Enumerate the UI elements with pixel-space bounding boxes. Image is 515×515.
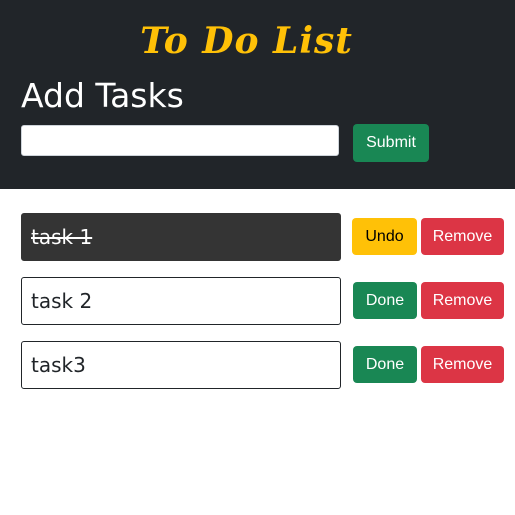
add-tasks-heading: Add Tasks (21, 76, 184, 115)
new-task-input[interactable] (21, 125, 339, 156)
remove-button[interactable]: Remove (421, 346, 504, 383)
task-row: task 2 Done Remove (0, 277, 515, 325)
task-text: task 2 (21, 277, 341, 325)
task-text: task 1 (21, 213, 341, 261)
done-button[interactable]: Done (353, 346, 417, 383)
remove-button[interactable]: Remove (421, 282, 504, 319)
remove-button[interactable]: Remove (421, 218, 504, 255)
app-header: To Do List Add Tasks Submit (0, 0, 515, 189)
app-title: To Do List (140, 20, 353, 62)
submit-button[interactable]: Submit (353, 124, 429, 162)
task-text: task3 (21, 341, 341, 389)
undo-button[interactable]: Undo (352, 218, 417, 255)
task-row: task 1 Undo Remove (0, 213, 515, 261)
done-button[interactable]: Done (353, 282, 417, 319)
task-row: task3 Done Remove (0, 341, 515, 389)
